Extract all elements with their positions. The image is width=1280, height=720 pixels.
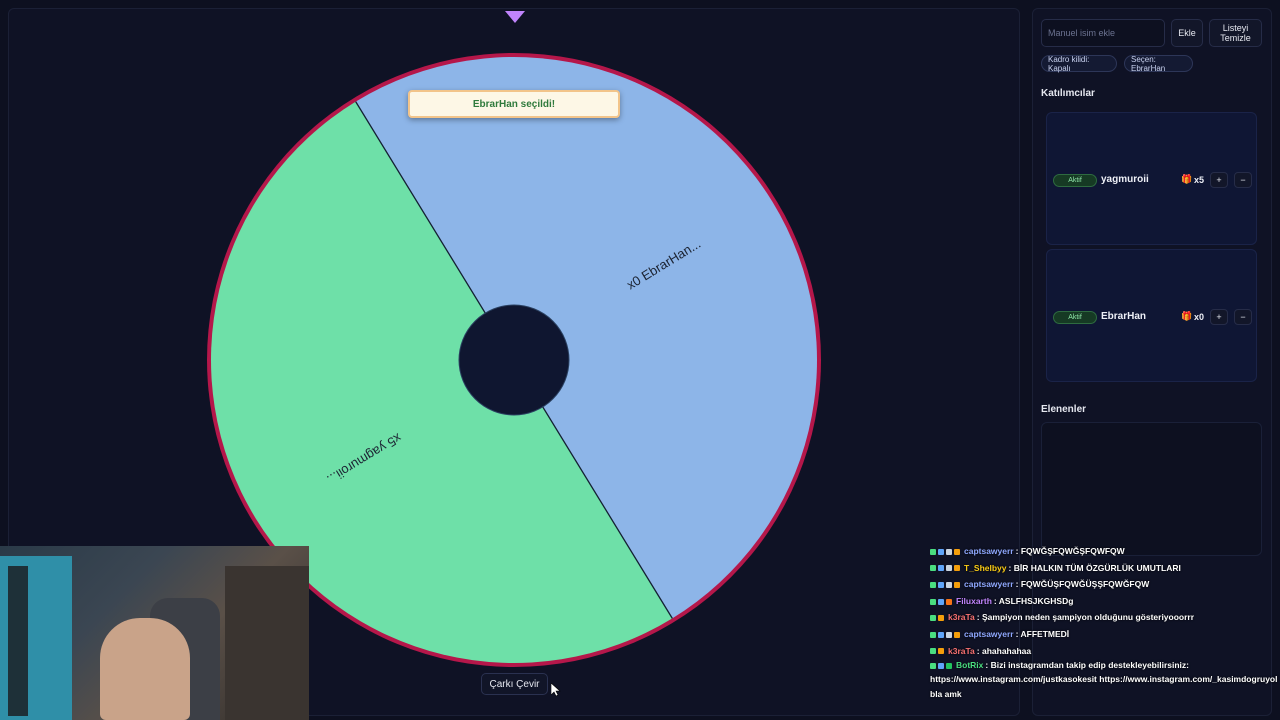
badge-icon [930, 615, 936, 622]
chat-message: Filuxarth: ASLFHSJKGHSDg [930, 593, 1280, 610]
badge-icon [954, 581, 960, 588]
badge-icon [954, 565, 960, 572]
chat-message: k3raTa: ahahahahaa [930, 643, 1280, 660]
gift-icon: 🎁 [1181, 311, 1193, 321]
chat-badges [930, 609, 946, 626]
chat-text: BİR HALKIN TÜM ÖZGÜRLÜK UMUTLARI [1013, 562, 1181, 573]
badge-icon [938, 662, 944, 669]
chat-badges [930, 643, 946, 660]
chat-message: k3raTa: Şampiyon neden şampiyon olduğunu… [930, 609, 1280, 626]
badge-icon [938, 565, 944, 572]
gift-icon: 🎁 [1181, 174, 1193, 184]
badge-icon [938, 548, 944, 555]
chat-username: captsawyerr [964, 579, 1014, 590]
badge-icon [930, 598, 936, 605]
chat-username: k3raTa [948, 612, 975, 623]
chat-text: AFFETMEDİ [1020, 628, 1070, 639]
chat-message: BotRix: Bizi instagramdan takip edip des… [930, 659, 1280, 686]
webcam-shelf [225, 566, 309, 720]
chat-username: T_Shelbyy [964, 562, 1007, 573]
badge-icon [938, 581, 944, 588]
chat-text: Şampiyon neden şampiyon olduğunu gösteri… [981, 612, 1195, 623]
badge-icon [954, 548, 960, 555]
participants-title: Katılımcılar [1041, 88, 1095, 99]
badge-icon [930, 631, 936, 638]
chat-message: captsawyerr: FQWĞŞFQWĞŞFQWFQW [930, 543, 1280, 560]
participant-card: Aktif yagmuroii 🎁 x5 + − [1046, 112, 1257, 245]
badge-icon [954, 631, 960, 638]
badge-icon [938, 598, 944, 605]
selected-pill: Seçen: EbrarHan [1124, 55, 1193, 73]
eliminated-title: Elenenler [1041, 404, 1087, 415]
chat-text: ASLFHSJKGHSDg [998, 595, 1074, 606]
decrement-button[interactable]: − [1234, 309, 1252, 325]
chat-username: k3raTa [948, 645, 975, 656]
participant-count: x0 [1194, 312, 1205, 322]
webcam-overlay [0, 546, 309, 720]
participant-card: Aktif EbrarHan 🎁 x0 + − [1046, 249, 1257, 382]
add-name-button[interactable]: Ekle [1171, 19, 1203, 47]
chat-badges [930, 626, 962, 643]
participant-name: EbrarHan [1101, 311, 1147, 322]
wheel-hub [458, 304, 570, 416]
participant-name: yagmuroii [1101, 174, 1149, 185]
badge-icon [930, 648, 936, 655]
badge-icon [930, 565, 936, 572]
badge-icon [930, 581, 936, 588]
badge-icon [930, 548, 936, 555]
increment-button[interactable]: + [1210, 309, 1228, 325]
webcam-streamer [100, 618, 190, 720]
chat-message: captsawyerr: AFFETMEDİ [930, 626, 1280, 643]
chat-username: Filuxarth [956, 595, 992, 606]
badge-icon [946, 631, 952, 638]
status-badge: Aktif [1053, 174, 1097, 187]
status-badge: Aktif [1053, 311, 1097, 324]
chat-text: ahahahahaa [981, 645, 1032, 656]
mouse-cursor-icon [551, 683, 561, 697]
chat-text: FQWĞŞFQWĞŞFQWFQW [1020, 546, 1125, 556]
winner-toast: EbrarHan seçildi! [408, 90, 620, 118]
eliminated-list [1041, 422, 1262, 556]
spin-wheel-button[interactable]: Çarkı Çevir [481, 673, 548, 695]
webcam-door [8, 566, 28, 716]
chat-username: captsawyerr [964, 628, 1014, 639]
chat-message: captsawyerr: FQWĞÜŞFQWĞÜŞŞFQWĞFQW [930, 576, 1280, 593]
increment-button[interactable]: + [1210, 172, 1228, 188]
chat-overlay: captsawyerr: FQWĞŞFQWĞŞFQWFQW T_Shelbyy: … [930, 543, 1280, 703]
manual-name-input[interactable] [1041, 19, 1165, 47]
clear-list-button[interactable]: Listeyi Temizle [1209, 19, 1262, 47]
badge-icon [946, 598, 952, 605]
badge-icon [930, 662, 936, 669]
chat-badges [930, 560, 962, 577]
chat-message: bla amk [930, 686, 1280, 703]
chat-username: captsawyerr [964, 546, 1014, 556]
chat-badges [930, 659, 954, 673]
participant-count: x5 [1194, 175, 1205, 185]
badge-icon [938, 648, 944, 655]
chat-username: BotRix [956, 660, 984, 671]
chat-badges [930, 593, 954, 610]
chat-badges [930, 543, 962, 560]
badge-icon [938, 631, 944, 638]
chat-text: bla amk [930, 689, 962, 700]
badge-icon [946, 565, 952, 572]
chat-text: FQWĞÜŞFQWĞÜŞŞFQWĞFQW [1020, 579, 1150, 590]
chat-message: T_Shelbyy: BİR HALKIN TÜM ÖZGÜRLÜK UMUTL… [930, 560, 1280, 577]
roster-lock-pill[interactable]: Kadro kilidi: Kapalı [1041, 55, 1117, 73]
badge-icon [938, 615, 944, 622]
badge-icon [946, 548, 952, 555]
badge-icon [946, 662, 952, 669]
badge-icon [946, 581, 952, 588]
decrement-button[interactable]: − [1234, 172, 1252, 188]
chat-badges [930, 576, 962, 593]
